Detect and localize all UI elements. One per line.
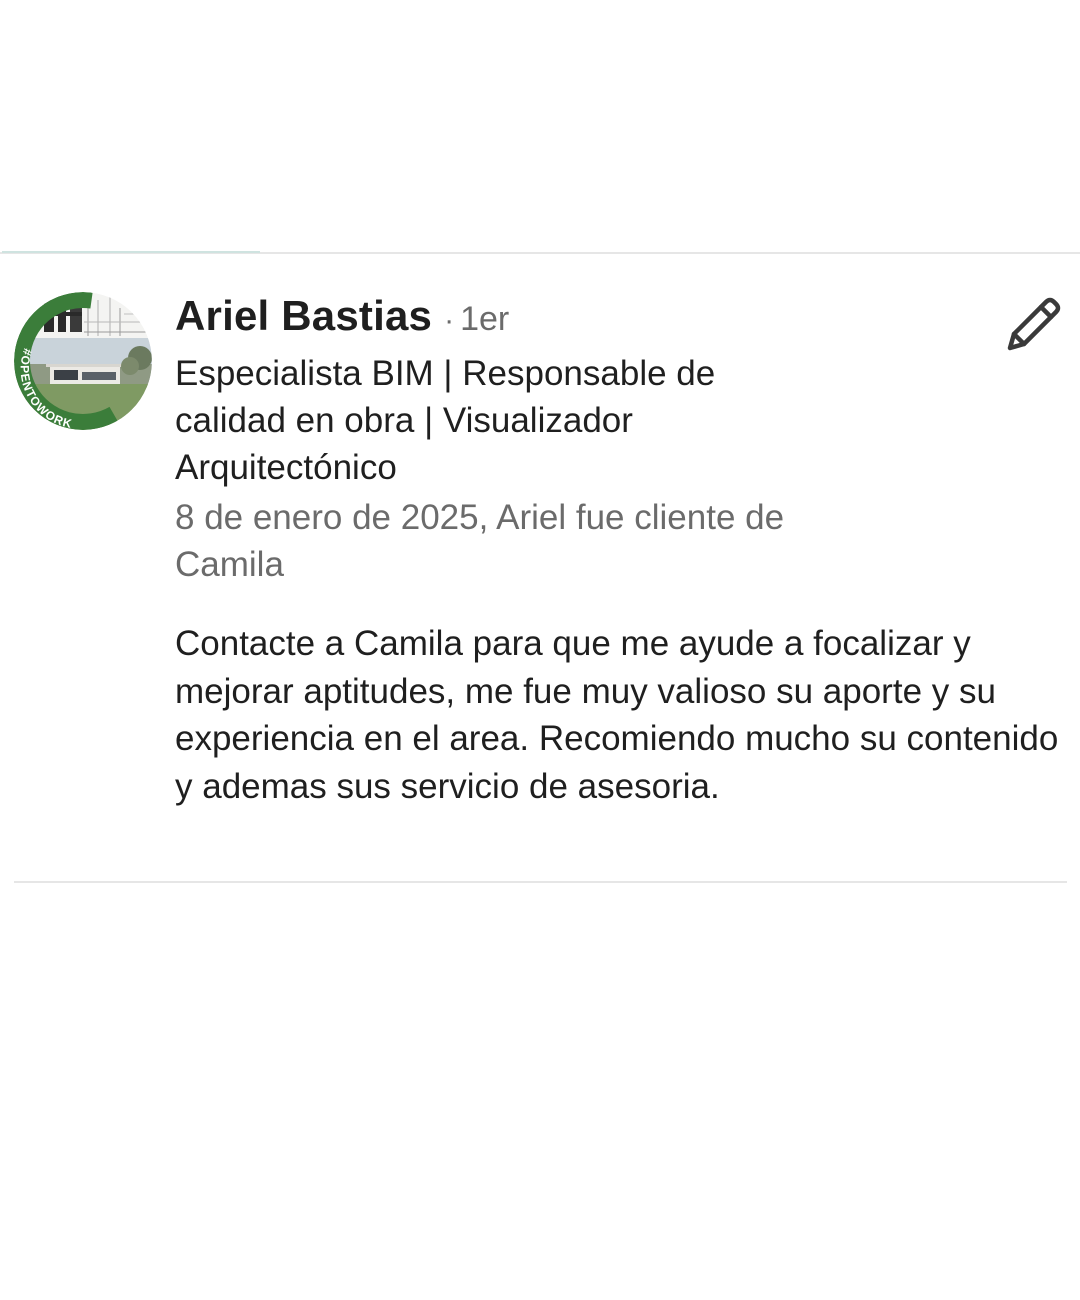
section-divider-bottom	[14, 881, 1067, 883]
recommendation-date-relation: 8 de enero de 2025, Ariel fue cliente de…	[175, 498, 785, 584]
author-name[interactable]: Ariel Bastias	[175, 292, 432, 340]
recommendation-card: #OPENTOWORK Ariel Bastias · 1er Especial…	[0, 254, 1080, 882]
connection-degree: 1er	[460, 300, 510, 338]
avatar[interactable]: #OPENTOWORK	[14, 292, 152, 430]
edit-button[interactable]	[1000, 294, 1064, 358]
separator-dot: ·	[444, 304, 455, 337]
section-divider-accent	[2, 251, 260, 253]
author-headline: Especialista BIM | Responsable de calida…	[175, 354, 716, 487]
author-row: Ariel Bastias · 1er	[175, 292, 1055, 350]
pencil-icon	[1007, 297, 1061, 351]
recommendation-text: Contacte a Camila para que me ayude a fo…	[175, 624, 1059, 806]
recommendation-content: Ariel Bastias · 1er Especialista BIM | R…	[175, 292, 1058, 810]
avatar-image: #OPENTOWORK	[14, 292, 152, 430]
